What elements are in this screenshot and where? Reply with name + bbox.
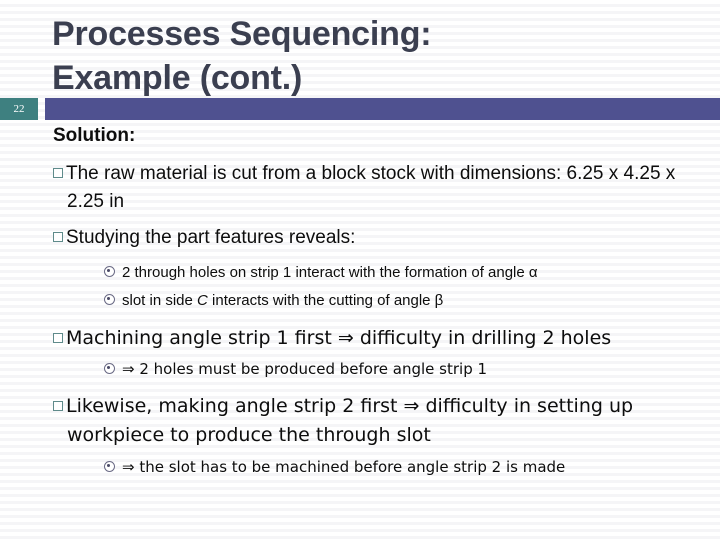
slide-title-line-1: Processes Sequencing: [52,15,432,53]
bullet-likewise-angle-strip-2-text: Likewise, making angle strip 2 first ⇒ d… [66,395,634,446]
circled-dot-bullet-icon [104,294,115,305]
subbullet-slot-before-strip-2-text: ⇒ the slot has to be machined before ang… [122,458,566,476]
subbullet-slot-side-letter: C [197,292,208,309]
subbullet-slot-suffix: interacts with the cutting of angle β [207,292,444,309]
circled-dot-bullet-icon [104,461,115,472]
slide-canvas: Processes Sequencing: Example (cont.) 22… [0,0,720,540]
bullet-raw-material: The raw material is cut from a block sto… [53,160,715,216]
slide-title-line-2: Example (cont.) [52,59,303,97]
circled-dot-bullet-icon [104,363,115,374]
hollow-square-bullet-icon [53,232,63,242]
subbullet-slot-side-c: slot in side C interacts with the cuttin… [104,290,720,312]
circled-dot-bullet-icon [104,266,115,277]
header-accent-bar [45,98,720,120]
header-rule: 22 [0,98,720,120]
subbullet-slot-before-strip-2: ⇒ the slot has to be machined before ang… [104,456,720,479]
bullet-studying-features-text: Studying the part features reveals: [66,227,356,248]
subbullet-slot-prefix: slot in side [122,292,198,309]
bullet-machining-angle-strip-1: Machining angle strip 1 first ⇒ difficul… [53,324,715,353]
subbullet-through-holes-text: 2 through holes on strip 1 interact with… [122,264,538,281]
subbullet-holes-before-strip-1-text: ⇒ 2 holes must be produced before angle … [122,360,488,378]
hollow-square-bullet-icon [53,401,63,411]
bullet-raw-material-text: The raw material is cut from a block sto… [66,163,676,212]
bullet-likewise-angle-strip-2: Likewise, making angle strip 2 first ⇒ d… [53,392,715,450]
subbullet-holes-before-strip-1: ⇒ 2 holes must be produced before angle … [104,358,720,381]
slide-title: Processes Sequencing: Example (cont.) [52,12,692,100]
subbullet-through-holes: 2 through holes on strip 1 interact with… [104,262,720,284]
page-number-badge: 22 [0,98,38,120]
bullet-studying-features: Studying the part features reveals: [53,224,715,252]
bullet-machining-angle-strip-1-text: Machining angle strip 1 first ⇒ difficul… [66,327,612,349]
hollow-square-bullet-icon [53,168,63,178]
solution-label: Solution: [53,125,136,146]
hollow-square-bullet-icon [53,333,63,343]
